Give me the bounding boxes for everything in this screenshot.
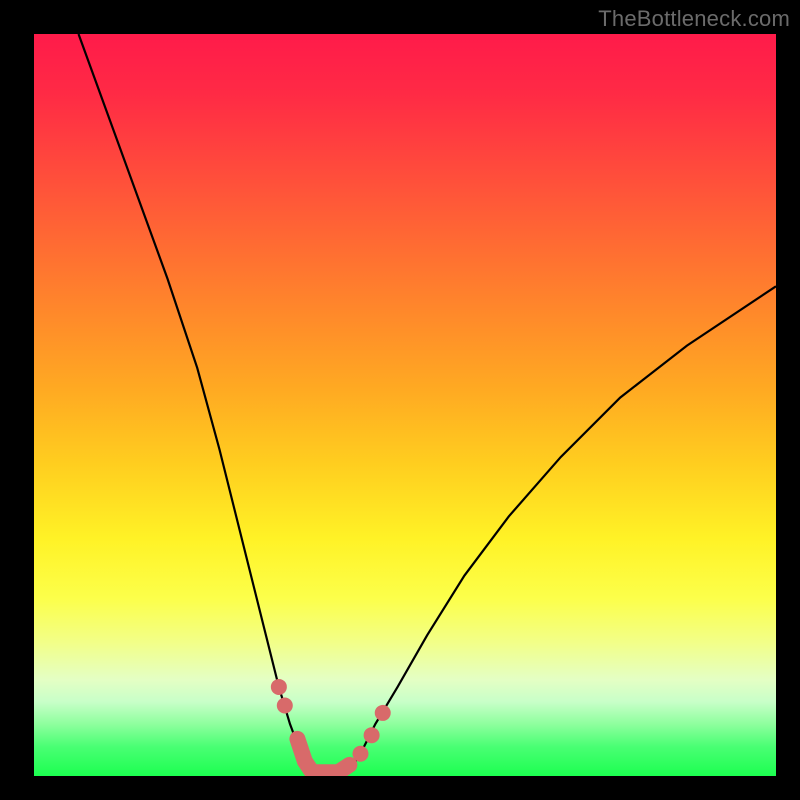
left-dot-upper	[271, 679, 287, 695]
chart-frame: TheBottleneck.com	[0, 0, 800, 800]
right-dot-3	[375, 705, 391, 721]
right-curve	[346, 286, 776, 776]
right-dot-1	[352, 746, 368, 762]
left-curve	[79, 34, 313, 776]
chart-svg	[34, 34, 776, 776]
right-dot-2	[364, 727, 380, 743]
valley-marker-bar	[297, 739, 349, 772]
left-dot-lower	[277, 698, 293, 714]
watermark-text: TheBottleneck.com	[598, 6, 790, 32]
plot-area	[34, 34, 776, 776]
